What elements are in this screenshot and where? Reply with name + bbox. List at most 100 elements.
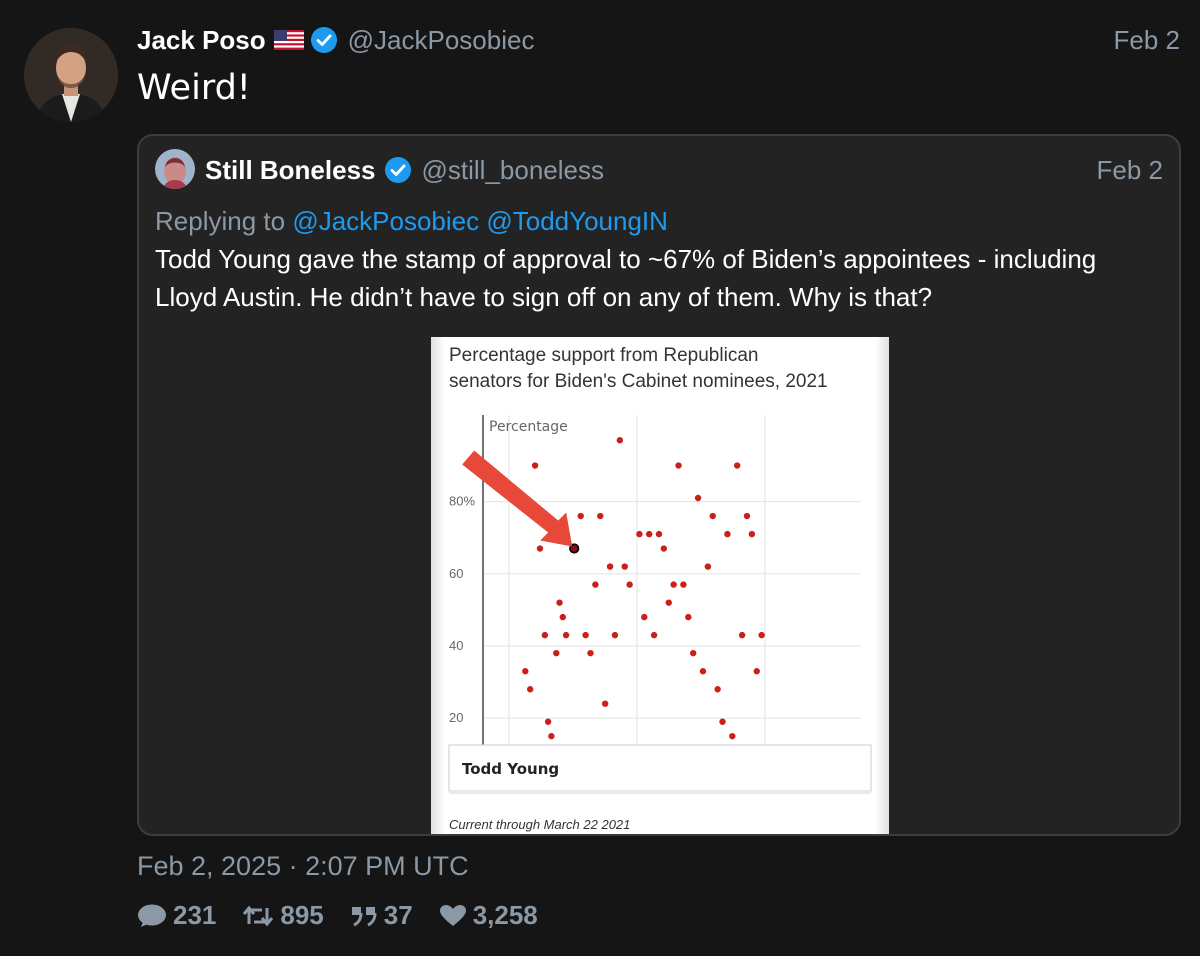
quoted-header: Still Boneless @still_boneless Feb 2 xyxy=(205,150,1163,190)
data-point xyxy=(531,462,539,469)
data-point xyxy=(636,530,643,538)
quote-icon xyxy=(351,906,377,926)
data-point xyxy=(616,437,624,444)
quoted-date[interactable]: Feb 2 xyxy=(1097,155,1164,186)
data-point xyxy=(548,732,555,740)
tweet-header: Jack Poso @JackPosobiec Feb 2 xyxy=(137,22,1180,58)
data-point xyxy=(592,581,599,588)
data-point xyxy=(738,631,746,639)
author-avatar-image xyxy=(24,28,118,122)
quoted-text: Todd Young gave the stamp of approval to… xyxy=(155,244,1097,312)
data-point xyxy=(748,530,756,538)
data-point xyxy=(734,462,741,469)
quoted-author-name[interactable]: Still Boneless xyxy=(205,155,376,186)
data-point xyxy=(553,649,560,657)
data-point xyxy=(685,613,692,621)
y-tick-label: 60 xyxy=(449,566,463,581)
data-point xyxy=(650,631,658,639)
data-point xyxy=(626,581,633,588)
attached-chart-image[interactable]: Percentage support from Republican senat… xyxy=(431,337,889,834)
quoted-avatar-image xyxy=(155,149,195,189)
chart-title-line-1: Percentage support from Republican xyxy=(449,345,758,366)
quoted-author-handle[interactable]: @still_boneless xyxy=(422,155,604,186)
data-point xyxy=(556,599,563,606)
data-point xyxy=(526,686,534,693)
reply-count: 231 xyxy=(173,900,217,930)
data-point xyxy=(611,631,619,639)
data-point xyxy=(601,700,609,707)
image-edge-shadow xyxy=(431,337,445,834)
chart-footnote: Current through March 22 2021 xyxy=(449,817,630,832)
data-point xyxy=(699,668,707,675)
reply-stat[interactable]: 231 xyxy=(137,900,216,931)
verified-badge-icon xyxy=(310,26,338,54)
data-point xyxy=(665,599,672,606)
data-point xyxy=(541,631,549,639)
data-point xyxy=(729,732,736,740)
data-point xyxy=(597,512,604,520)
retweet-stat[interactable]: 895 xyxy=(242,900,324,931)
data-point xyxy=(621,563,628,570)
y-axis-label: Percentage xyxy=(489,419,568,435)
verified-badge-icon xyxy=(384,156,412,184)
tweet-date[interactable]: Feb 2 xyxy=(1114,25,1181,56)
scatter-chart: Percentage support from Republican senat… xyxy=(448,345,872,832)
data-point xyxy=(655,530,663,538)
highlight-label-shadow xyxy=(449,791,871,794)
quoted-tweet[interactable]: Still Boneless @still_boneless Feb 2 Rep… xyxy=(137,134,1181,836)
chart-title-line-2: senators for Biden's Cabinet nominees, 2… xyxy=(449,371,828,392)
data-point xyxy=(587,649,594,657)
like-stat[interactable]: 3,258 xyxy=(439,900,538,931)
author-avatar[interactable] xyxy=(24,28,118,122)
reply-icon xyxy=(138,904,166,927)
tweet: Jack Poso @JackPosobiec Feb 2 Weird! Sti… xyxy=(0,0,1200,956)
data-point xyxy=(641,613,648,621)
quote-count: 37 xyxy=(383,900,413,930)
like-count: 3,258 xyxy=(472,900,538,930)
quoted-author-avatar[interactable] xyxy=(155,149,195,189)
data-point xyxy=(689,649,697,657)
data-point xyxy=(582,631,589,639)
y-tick-label: 40 xyxy=(449,638,463,653)
data-point xyxy=(694,494,702,502)
us-flag-icon xyxy=(273,30,304,50)
data-point xyxy=(544,718,552,725)
y-tick-label: 20 xyxy=(449,710,463,725)
tweet-timestamp[interactable]: Feb 2, 2025 · 2:07 PM UTC xyxy=(137,851,469,882)
data-point xyxy=(562,631,570,639)
retweet-count: 895 xyxy=(280,900,324,930)
mention-link[interactable]: @ToddYoungIN xyxy=(486,206,668,236)
highlight-label: Todd Young xyxy=(462,760,559,778)
data-point xyxy=(719,718,726,725)
data-point xyxy=(680,581,687,588)
heart-icon xyxy=(439,904,466,926)
data-point xyxy=(704,563,712,570)
retweet-icon xyxy=(243,905,274,926)
data-point xyxy=(709,512,716,520)
data-point xyxy=(559,613,566,621)
image-edge-shadow xyxy=(875,337,889,834)
replying-to: Replying to @JackPosobiec @ToddYoungIN xyxy=(155,206,668,237)
mention-link[interactable]: @JackPosobiec xyxy=(292,206,479,236)
data-point xyxy=(675,462,682,469)
data-point xyxy=(758,631,765,639)
data-point xyxy=(606,563,614,570)
y-tick-label: 80% xyxy=(449,494,475,509)
data-point xyxy=(724,530,731,538)
data-point xyxy=(660,545,668,552)
tweet-text: Weird! xyxy=(137,68,251,108)
data-point xyxy=(714,686,721,693)
data-point xyxy=(522,668,529,675)
data-point xyxy=(645,530,653,538)
data-point xyxy=(577,512,584,520)
tweet-stats: 231 895 37 3,258 xyxy=(137,900,564,931)
quote-stat[interactable]: 37 xyxy=(350,900,413,931)
data-point xyxy=(670,581,677,588)
data-point xyxy=(536,545,544,552)
data-point xyxy=(743,512,751,520)
annotation-arrow-icon xyxy=(462,450,573,547)
author-name[interactable]: Jack Poso xyxy=(137,25,266,56)
replying-label: Replying to xyxy=(155,206,286,236)
data-point xyxy=(753,668,760,675)
author-handle[interactable]: @JackPosobiec xyxy=(348,25,535,56)
